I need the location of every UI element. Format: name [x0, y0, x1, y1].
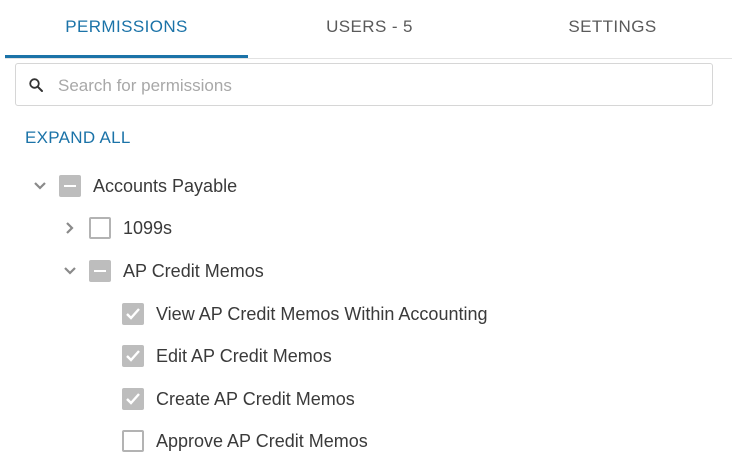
- search-icon: [29, 78, 43, 92]
- tree-node-label: AP Credit Memos: [123, 260, 264, 281]
- tree-node-1099s: 1099s: [59, 211, 172, 245]
- tree-node-label: Accounts Payable: [93, 175, 238, 196]
- permission-item: Create AP Credit Memos: [122, 382, 355, 416]
- tab-settings[interactable]: SETTINGS: [491, 0, 732, 56]
- permission-label: Approve AP Credit Memos: [156, 430, 368, 451]
- check-icon: [126, 393, 140, 405]
- chevron-right-icon[interactable]: [59, 217, 81, 239]
- tab-permissions[interactable]: PERMISSIONS: [5, 0, 248, 58]
- accounts-payable-checkbox[interactable]: [59, 175, 81, 197]
- search-input[interactable]: [56, 70, 700, 102]
- chevron-down-icon[interactable]: [29, 175, 51, 197]
- expand-all-button[interactable]: EXPAND ALL: [25, 128, 131, 148]
- permission-label: Create AP Credit Memos: [156, 388, 355, 409]
- permission-item: Edit AP Credit Memos: [122, 339, 332, 373]
- tree-node-ap-credit-memos: AP Credit Memos: [59, 254, 264, 288]
- check-icon: [126, 308, 140, 320]
- permission-checkbox[interactable]: [122, 388, 144, 410]
- tree-node-accounts-payable: Accounts Payable: [29, 169, 237, 203]
- ap-credit-memos-checkbox[interactable]: [89, 260, 111, 282]
- tree-node-label: 1099s: [123, 217, 173, 238]
- chevron-down-icon[interactable]: [59, 260, 81, 282]
- tab-users[interactable]: USERS - 5: [248, 0, 491, 56]
- permission-item: View AP Credit Memos Within Accounting: [122, 297, 488, 331]
- permission-checkbox[interactable]: [122, 303, 144, 325]
- search-box: [15, 63, 713, 106]
- tab-bar: PERMISSIONS USERS - 5 SETTINGS: [5, 0, 732, 59]
- check-icon: [126, 350, 140, 362]
- permission-checkbox[interactable]: [122, 430, 144, 452]
- permission-checkbox[interactable]: [122, 345, 144, 367]
- permission-label: View AP Credit Memos Within Accounting: [156, 303, 488, 324]
- permission-label: Edit AP Credit Memos: [156, 345, 332, 366]
- 1099s-checkbox[interactable]: [89, 217, 111, 239]
- permission-item: Approve AP Credit Memos: [122, 424, 368, 458]
